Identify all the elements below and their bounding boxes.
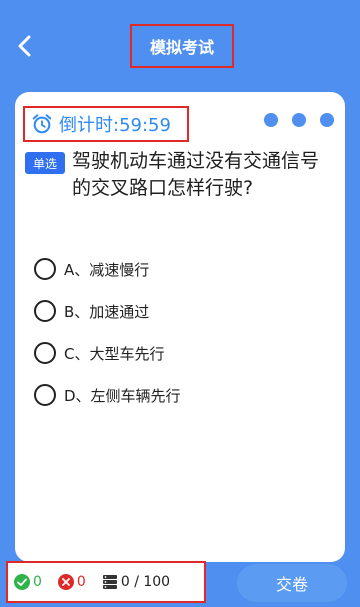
- submit-button[interactable]: 交卷: [237, 564, 347, 602]
- option-a[interactable]: A、减速慢行: [34, 248, 324, 290]
- option-label: D、左侧车辆先行: [64, 386, 181, 405]
- chevron-left-icon: [18, 35, 31, 57]
- wrong-count: 0: [57, 574, 86, 590]
- option-label: C、大型车先行: [64, 344, 165, 363]
- answer-stats: 0 0 0 / 100: [6, 561, 206, 603]
- header-bar: 模拟考试: [0, 0, 360, 90]
- radio-circle-icon[interactable]: [34, 384, 56, 406]
- radio-circle-icon[interactable]: [34, 342, 56, 364]
- option-d[interactable]: D、左侧车辆先行: [34, 374, 324, 416]
- countdown-timer: 倒计时:59:59: [59, 115, 171, 136]
- correct-count-value: 0: [33, 574, 42, 590]
- correct-count: 0: [14, 574, 42, 590]
- question-text: 驾驶机动车通过没有交通信号的交叉路口怎样行驶?: [72, 150, 320, 199]
- radio-circle-icon[interactable]: [34, 258, 56, 280]
- back-button[interactable]: [10, 30, 38, 62]
- check-circle-icon: [14, 574, 30, 590]
- wrong-count-value: 0: [76, 574, 86, 590]
- progress-value: 0 / 100: [120, 574, 171, 590]
- option-label: A、减速慢行: [64, 260, 150, 279]
- option-c[interactable]: C、大型车先行: [34, 332, 324, 374]
- page-title: 模拟考试: [149, 38, 214, 57]
- option-b[interactable]: B、加速通过: [34, 290, 324, 332]
- alarm-clock-icon: [32, 114, 52, 134]
- question-progress[interactable]: 0 / 100: [102, 574, 170, 590]
- title-highlight: 模拟考试: [130, 24, 234, 68]
- server-stack-icon: [102, 575, 117, 589]
- radio-circle-icon[interactable]: [34, 300, 56, 322]
- option-label: B、加速通过: [64, 302, 150, 321]
- more-dots-icon[interactable]: [264, 113, 334, 129]
- dot: [292, 113, 306, 127]
- x-circle-icon: [57, 574, 74, 590]
- answer-options: A、减速慢行 B、加速通过 C、大型车先行 D、左侧车辆先行: [34, 248, 324, 416]
- timer-highlight: 倒计时:59:59: [23, 106, 189, 142]
- dot: [264, 113, 278, 127]
- dot: [320, 113, 334, 127]
- question-type-badge: 单选: [25, 152, 65, 174]
